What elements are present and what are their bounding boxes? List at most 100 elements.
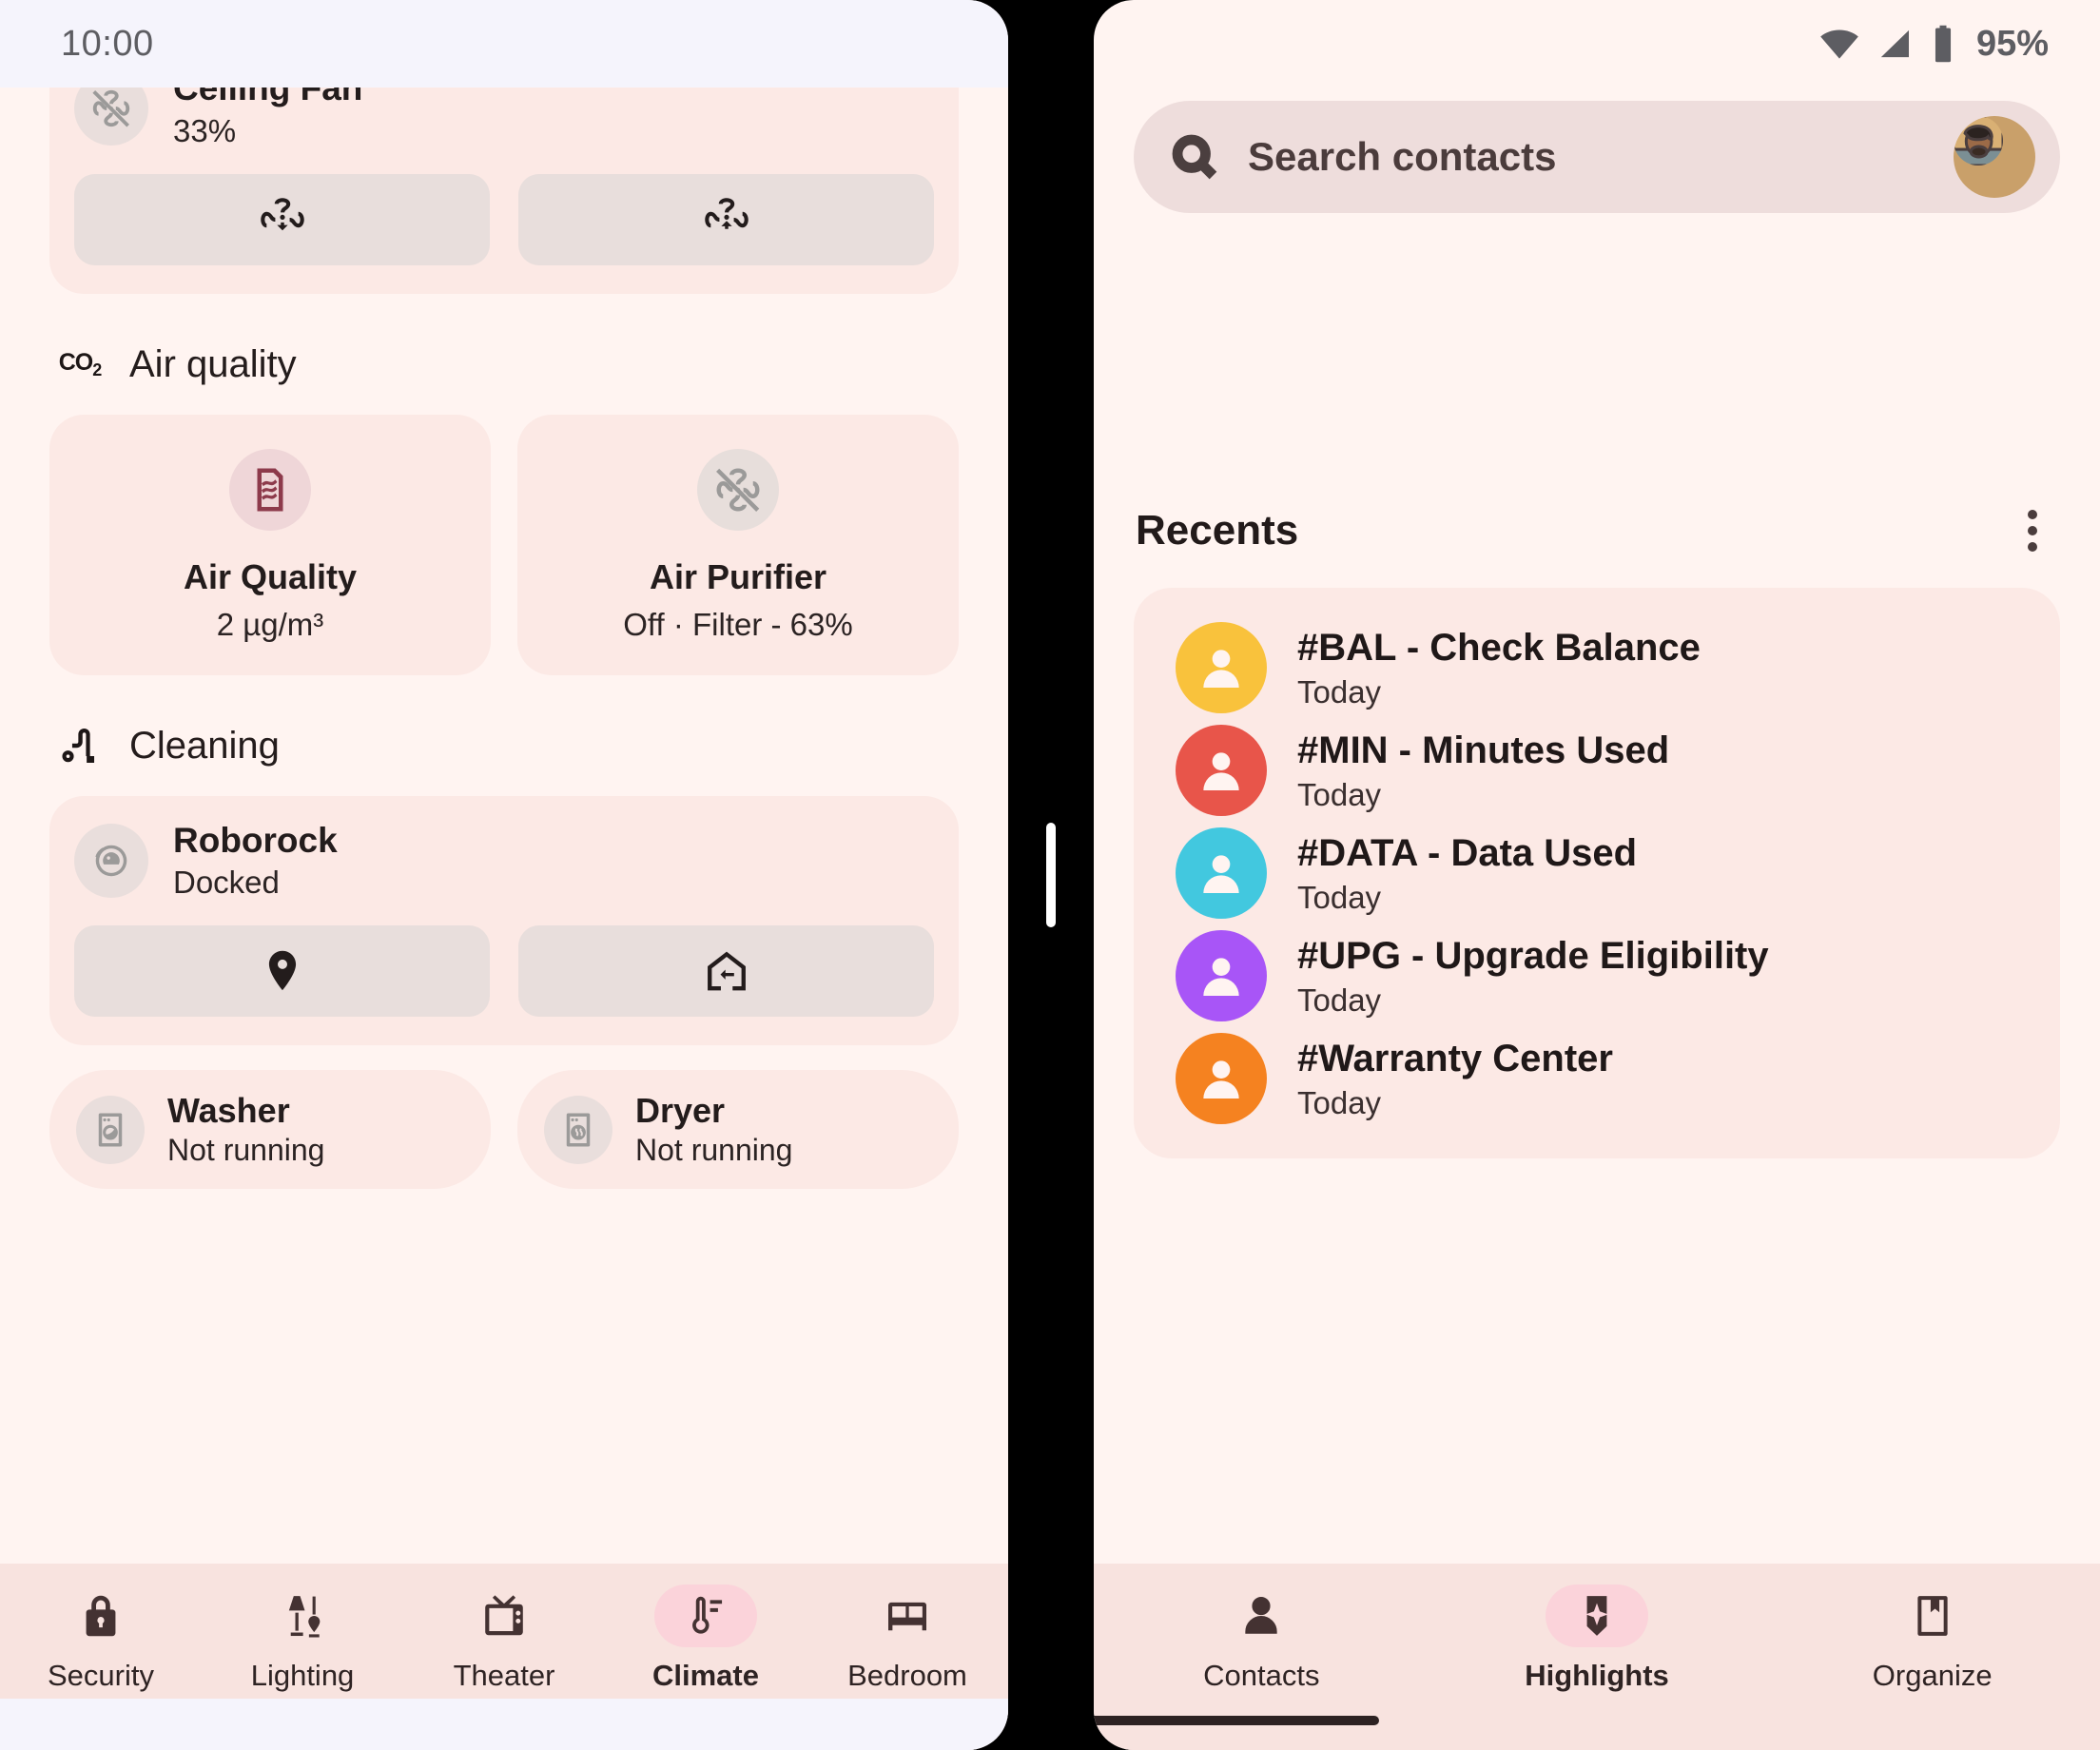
split-divider[interactable] [1008, 0, 1094, 1750]
recents-header: Recents [1136, 498, 2054, 563]
nav-item-climate[interactable]: Climate [605, 1585, 807, 1693]
battery-percent: 95% [1975, 23, 2049, 64]
list-item[interactable]: #UPG - Upgrade Eligibility Today [1134, 924, 2060, 1027]
nav-label-security: Security [48, 1659, 154, 1692]
contact-time: Today [1297, 880, 1382, 915]
roborock-card[interactable]: Roborock Docked [49, 795, 959, 1046]
more-vertical-icon[interactable] [2011, 498, 2054, 563]
nav-label-highlights: Highlights [1525, 1659, 1669, 1692]
person-icon [1203, 650, 1239, 688]
dryer-tile[interactable]: Dryer Not running [517, 1070, 959, 1190]
list-item[interactable]: #Warranty Center Today [1134, 1027, 2060, 1130]
air-quality-tiles: Air Quality 2 µg/m³ Air Purifier Off · F… [49, 414, 959, 675]
air-quality-title: Air quality [129, 342, 297, 385]
recents-title: Recents [1136, 507, 1299, 554]
list-item[interactable]: #DATA - Data Used Today [1134, 822, 2060, 924]
cleaning-section-header: Cleaning [59, 725, 959, 768]
climate-pill [654, 1585, 757, 1647]
sparkle-icon [1585, 1596, 1608, 1636]
fan-speed-down-icon [260, 197, 304, 230]
contact-avatar [1176, 1033, 1267, 1124]
contacts-pill [1210, 1585, 1312, 1647]
right-status-bar: 95% [1094, 0, 2100, 88]
air-filter-icon [229, 448, 311, 531]
return-to-dock-button[interactable] [518, 925, 934, 1018]
ceiling-fan-header: Ceiling Fan 33% [74, 88, 934, 149]
contact-avatar [1176, 827, 1267, 919]
nav-item-security[interactable]: Security [0, 1585, 202, 1693]
search-contacts-bar[interactable]: Search contacts [1134, 101, 2060, 213]
dryer-icon [544, 1095, 612, 1164]
contact-text: #Warranty Center Today [1297, 1036, 1613, 1121]
person-icon [1203, 958, 1239, 996]
air-quality-section-header: CO2 Air quality [59, 343, 959, 386]
roborock-name: Roborock [173, 820, 338, 860]
bed-icon [888, 1602, 926, 1631]
air-purifier-tile[interactable]: Air Purifier Off · Filter - 63% [517, 414, 959, 675]
washer-name: Washer [167, 1091, 290, 1131]
nav-label-organize: Organize [1872, 1659, 1993, 1692]
air-quality-tile[interactable]: Air Quality 2 µg/m³ [49, 414, 491, 675]
dryer-name: Dryer [635, 1091, 726, 1131]
co2-label: CO [58, 348, 93, 376]
contact-avatar [1176, 930, 1267, 1021]
list-item[interactable]: #BAL - Check Balance Today [1134, 616, 2060, 719]
contact-name: #BAL - Check Balance [1297, 627, 1701, 669]
contact-text: #UPG - Upgrade Eligibility Today [1297, 933, 1769, 1019]
split-divider-handle[interactable] [1046, 823, 1056, 927]
wifi-icon [1820, 29, 1858, 59]
contact-time: Today [1297, 1085, 1382, 1120]
security-pill [49, 1585, 152, 1647]
fan-speed-up-button[interactable] [518, 173, 934, 265]
contact-text: #DATA - Data Used Today [1297, 830, 1637, 916]
tv-icon [485, 1595, 523, 1636]
lamp-icon [288, 1596, 321, 1638]
ceiling-fan-value: 33% [173, 112, 237, 148]
air-quality-tile-name: Air Quality [183, 556, 358, 596]
nav-label-bedroom: Bedroom [847, 1659, 967, 1692]
lighting-pill [251, 1585, 354, 1647]
left-scroll-content[interactable]: Ceiling Fan 33% CO2 Air quality Air Qual… [0, 88, 1008, 1564]
location-pin-icon [268, 950, 296, 991]
ceiling-fan-name: Ceiling Fan [173, 88, 363, 107]
nav-label-lighting: Lighting [250, 1659, 355, 1692]
ceiling-fan-card[interactable]: Ceiling Fan 33% [49, 88, 959, 294]
air-purifier-tile-name: Air Purifier [649, 556, 827, 596]
nav-item-lighting[interactable]: Lighting [202, 1585, 403, 1693]
contact-avatar [1176, 622, 1267, 713]
left-phone-pane: 10:00 Ceiling Fan 33% CO2 Air quality Ai… [0, 0, 1008, 1750]
user-avatar[interactable] [1954, 116, 2035, 198]
roborock-header: Roborock Docked [74, 821, 934, 902]
lock-icon [86, 1595, 116, 1637]
air-quality-tile-value: 2 µg/m³ [216, 606, 324, 642]
roborock-buttons [74, 925, 934, 1018]
avatar-photo [1954, 116, 2003, 165]
washer-tile[interactable]: Washer Not running [49, 1070, 491, 1190]
theater-pill [453, 1585, 555, 1647]
nav-item-bedroom[interactable]: Bedroom [807, 1585, 1008, 1693]
ceiling-fan-buttons [74, 173, 934, 265]
cellular-signal-icon [1880, 29, 1909, 58]
co2-sub: 2 [92, 360, 102, 379]
nav-item-theater[interactable]: Theater [403, 1585, 605, 1693]
nav-item-highlights[interactable]: Highlights [1429, 1585, 1765, 1693]
robot-vacuum-icon [74, 823, 148, 898]
recents-list: #BAL - Check Balance Today #MIN - Minute… [1134, 588, 2060, 1158]
contact-text: #MIN - Minutes Used Today [1297, 728, 1669, 813]
nav-label-theater: Theater [453, 1659, 555, 1692]
fan-speed-down-button[interactable] [74, 173, 490, 265]
highlights-pill [1546, 1585, 1648, 1647]
co2-icon: CO2 [58, 343, 103, 385]
locate-robot-button[interactable] [74, 925, 490, 1018]
washer-status: Not running [167, 1133, 325, 1168]
list-item[interactable]: #MIN - Minutes Used Today [1134, 719, 2060, 822]
search-input[interactable]: Search contacts [1248, 134, 1925, 180]
ceiling-fan-text: Ceiling Fan 33% [173, 88, 362, 149]
nav-item-organize[interactable]: Organize [1764, 1585, 2100, 1693]
washer-text: Washer Not running [167, 1091, 324, 1168]
dryer-text: Dryer Not running [635, 1091, 792, 1168]
left-gesture-bar [0, 1699, 1008, 1750]
home-indicator[interactable] [1094, 1716, 1379, 1725]
fan-off-icon [697, 448, 779, 531]
nav-item-contacts[interactable]: Contacts [1094, 1585, 1429, 1693]
